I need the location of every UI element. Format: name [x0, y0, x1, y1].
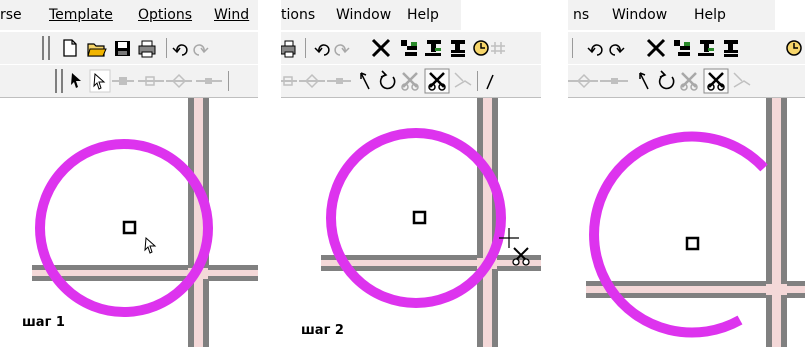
menu-item-options[interactable]: tions [281, 7, 315, 23]
print-icon[interactable] [281, 40, 296, 58]
road-horizontal [32, 265, 258, 281]
node-delete-icon[interactable] [196, 78, 222, 84]
map-canvas[interactable] [568, 98, 805, 347]
scissors-gray-icon[interactable] [680, 72, 698, 91]
menu-item-help[interactable]: Help [407, 7, 439, 23]
new-document-icon[interactable] [63, 39, 77, 57]
step-label: шаг 1 [22, 315, 65, 330]
join-icon[interactable] [401, 40, 417, 56]
toolbar-standard [281, 31, 541, 65]
toolbar-tools [281, 64, 541, 98]
clock-icon[interactable] [786, 40, 802, 56]
step-label: шаг 2 [301, 323, 344, 338]
join-icon[interactable] [674, 40, 690, 56]
toolbar-tools [0, 64, 258, 98]
clock-icon[interactable] [473, 40, 489, 56]
menu-item-options[interactable]: ns [573, 7, 589, 23]
panel-step-1: rse Template Options Wind шаг 1 [0, 0, 258, 347]
node-diamond-icon[interactable] [299, 73, 325, 89]
menu-item-window[interactable]: Wind [214, 7, 249, 23]
cut-line-icon[interactable] [733, 72, 751, 88]
menu-item-options[interactable]: Options [138, 7, 192, 23]
rotate-icon[interactable] [658, 70, 675, 90]
select-arrow-icon[interactable] [71, 73, 81, 88]
print-icon[interactable] [138, 40, 156, 58]
cut-arc-object[interactable] [589, 131, 768, 338]
menu-bar: rse Template Options Wind [0, 0, 258, 30]
select-hollow-arrow-icon[interactable] [89, 69, 111, 93]
toolbar-standard [0, 31, 258, 65]
save-icon[interactable] [115, 41, 130, 56]
scissors-gray-icon[interactable] [401, 72, 419, 91]
panel-step-2: tions Window Help шаг 2 [281, 0, 541, 347]
undo-icon[interactable] [587, 44, 603, 56]
road-vertical [766, 98, 787, 347]
merge-icon[interactable] [724, 40, 738, 57]
center-marker[interactable] [412, 210, 427, 225]
map-canvas[interactable]: шаг 1 [0, 98, 258, 347]
separator-2 [541, 0, 568, 347]
scissors-active-icon[interactable] [703, 68, 729, 94]
mouse-cursor-icon [144, 236, 157, 254]
merge-icon[interactable] [451, 40, 465, 57]
menu-bar: tions Window Help [281, 0, 461, 30]
menu-item-help[interactable]: Help [694, 7, 726, 23]
node-diamond-icon[interactable] [166, 73, 192, 89]
undo-icon[interactable] [314, 44, 330, 56]
node-add-icon[interactable] [138, 76, 164, 86]
center-marker[interactable] [122, 220, 137, 235]
hash-icon[interactable] [491, 42, 505, 54]
node-delete-icon[interactable] [327, 78, 351, 84]
menu-item-template[interactable]: Template [49, 7, 113, 23]
delete-x-icon[interactable] [371, 38, 391, 58]
road-vertical [477, 98, 498, 347]
menu-item-course[interactable]: rse [0, 7, 22, 23]
menu-item-window[interactable]: Window [612, 7, 667, 23]
arrow-tool-icon[interactable] [639, 72, 649, 90]
toolbar-tools [568, 64, 805, 98]
node-tool-icon[interactable] [112, 77, 134, 85]
node-delete-icon[interactable] [600, 78, 628, 84]
arrow-tool-icon[interactable] [360, 72, 370, 90]
redo-icon[interactable] [193, 44, 209, 56]
split-icon[interactable] [698, 40, 714, 56]
undo-icon[interactable] [172, 44, 188, 56]
delete-x-icon[interactable] [646, 38, 666, 58]
panel-step-3: ns Window Help [568, 0, 805, 347]
map-canvas[interactable]: шаг 2 [281, 98, 541, 347]
center-marker[interactable] [685, 236, 700, 251]
separator-1 [258, 0, 281, 347]
scissors-active-icon[interactable] [424, 68, 450, 94]
node-diamond-icon[interactable] [568, 73, 598, 89]
pencil-icon[interactable] [486, 74, 494, 90]
menu-item-window[interactable]: Window [336, 7, 391, 23]
toolbar-standard [568, 31, 805, 65]
open-folder-icon[interactable] [87, 43, 107, 57]
redo-icon[interactable] [609, 44, 625, 56]
cut-line-icon[interactable] [454, 72, 472, 88]
menu-bar: ns Window Help [568, 0, 775, 30]
redo-icon[interactable] [334, 44, 350, 56]
node-tool-icon[interactable] [281, 76, 297, 86]
split-icon[interactable] [425, 40, 441, 56]
rotate-icon[interactable] [379, 70, 396, 90]
